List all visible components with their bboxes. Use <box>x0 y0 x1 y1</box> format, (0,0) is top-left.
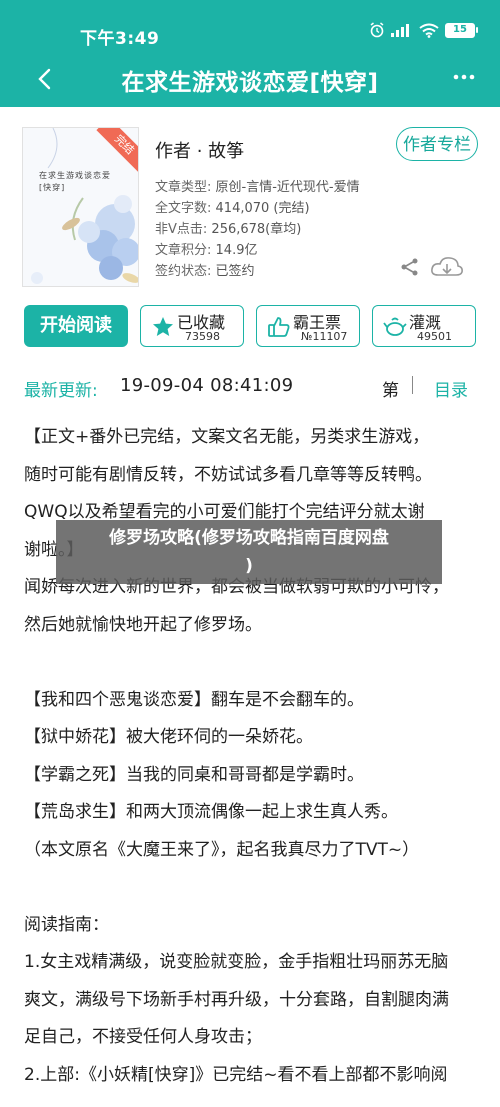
toc-link[interactable]: 目录 <box>434 376 468 401</box>
desc-blank-line <box>24 869 479 907</box>
share-icon[interactable] <box>400 257 420 277</box>
desc-line: 1.女主戏精满级，说变脸就变脸，金手指粗壮玛丽苏无脑 <box>24 952 449 972</box>
desc-line: 【正文+番外已完结，文案文名无能，另类求生游戏， <box>24 427 430 447</box>
meta-row-type: 文章类型: 原创-言情-近代现代-爱情 <box>155 180 360 195</box>
desc-line: 足自己，不接受任何人身攻击； <box>24 1027 262 1047</box>
vote-button[interactable]: 霸王票 №11107 <box>256 305 360 347</box>
star-icon <box>153 317 173 336</box>
latest-update-label: 最新更新: <box>24 381 98 401</box>
desc-line: 【荒岛求生】和两大顶流偶像一起上求生真人秀。 <box>24 802 398 822</box>
signal-icon <box>391 24 409 37</box>
wifi-icon <box>419 23 439 38</box>
latest-update-bar[interactable]: 最新更新: 19-09-04 08:41:09 第 目录 <box>0 372 500 402</box>
desc-blank-line <box>24 644 479 682</box>
status-time: 下午3:49 <box>80 29 160 49</box>
action-bar: 开始阅读 已收藏 73598 霸王票 №11107 灌溉 49501 <box>0 305 500 347</box>
water-can-icon <box>383 317 407 336</box>
start-reading-button[interactable]: 开始阅读 <box>24 305 128 347</box>
back-arrow-icon[interactable] <box>30 64 60 94</box>
desc-line: 【狱中娇花】被大佬环伺的一朵娇花。 <box>24 727 313 747</box>
overlay-title-banner: 修罗场攻略(修罗场攻略指南百度网盘 ) <box>56 520 442 584</box>
overlay-line-2: ) <box>245 556 253 576</box>
water-count: 49501 <box>417 330 452 343</box>
vote-count: №11107 <box>301 330 348 343</box>
overlay-line-1: 修罗场攻略(修罗场攻略指南百度网盘 <box>109 528 389 548</box>
page-title: 在求生游戏谈恋爱[快穿] <box>121 70 379 96</box>
desc-line: 阅读指南： <box>24 914 109 935</box>
meta-row-score: 文章积分: 14.9亿 <box>155 243 258 258</box>
latest-chapter[interactable]: 第 <box>382 376 399 401</box>
favorite-button[interactable]: 已收藏 73598 <box>140 305 244 347</box>
status-bar: 下午3:49 15 <box>0 0 500 62</box>
author-name[interactable]: 作者 · 故筝 <box>155 137 244 163</box>
meta-row-words: 全文字数: 414,070 (完结) <box>155 201 310 216</box>
meta-row-contract: 签约状态: 已签约 <box>155 264 255 279</box>
book-cover[interactable]: 在求生游戏谈恋爱[快穿] 完结 <box>22 127 139 287</box>
desc-line: 然后她就愉快地开起了修罗场。 <box>24 614 262 635</box>
desc-line: （本文原名《大魔王来了》，起名我真尽力了TVT~） <box>24 839 420 860</box>
book-info: 在求生游戏谈恋爱[快穿] 完结 作者 · 故筝 作者专栏 文章类型: 原创-言情… <box>0 107 500 297</box>
cloud-download-icon[interactable] <box>430 255 464 279</box>
desc-line: 2.上部:《小妖精[快穿]》已完结~看不看上部都不影响阅 <box>24 1064 448 1085</box>
desc-line: 【我和四个恶鬼谈恋爱】翻车是不会翻车的。 <box>24 689 364 710</box>
book-meta: 文章类型: 原创-言情-近代现代-爱情 全文字数: 414,070 (完结) 非… <box>155 177 360 282</box>
divider <box>412 376 413 394</box>
desc-line: 随时可能有剧情反转，不妨试试多看几章等等反转鸭。 <box>24 464 432 485</box>
desc-line: 爽文，满级号下场新手村再升级，十分套路，自割腿肉满 <box>24 989 449 1010</box>
status-icons: 15 <box>369 22 478 38</box>
app-header: 在求生游戏谈恋爱[快穿] <box>0 62 500 107</box>
meta-row-clicks: 非V点击: 256,678(章均) <box>155 222 302 237</box>
favorite-count: 73598 <box>185 330 220 343</box>
latest-update-date: 19-09-04 08:41:09 <box>120 375 294 396</box>
battery-icon: 15 <box>445 22 478 38</box>
alarm-icon <box>370 22 384 38</box>
desc-line: 【学霸之死】当我的同桌和哥哥都是学霸时。 <box>24 764 364 785</box>
cover-title: 在求生游戏谈恋爱[快穿] <box>39 171 111 192</box>
water-button[interactable]: 灌溉 49501 <box>372 305 476 347</box>
battery-level: 15 <box>445 22 475 38</box>
author-column-button[interactable]: 作者专栏 <box>396 127 478 161</box>
thumb-up-icon <box>268 317 290 337</box>
more-dots-icon[interactable] <box>452 71 476 83</box>
